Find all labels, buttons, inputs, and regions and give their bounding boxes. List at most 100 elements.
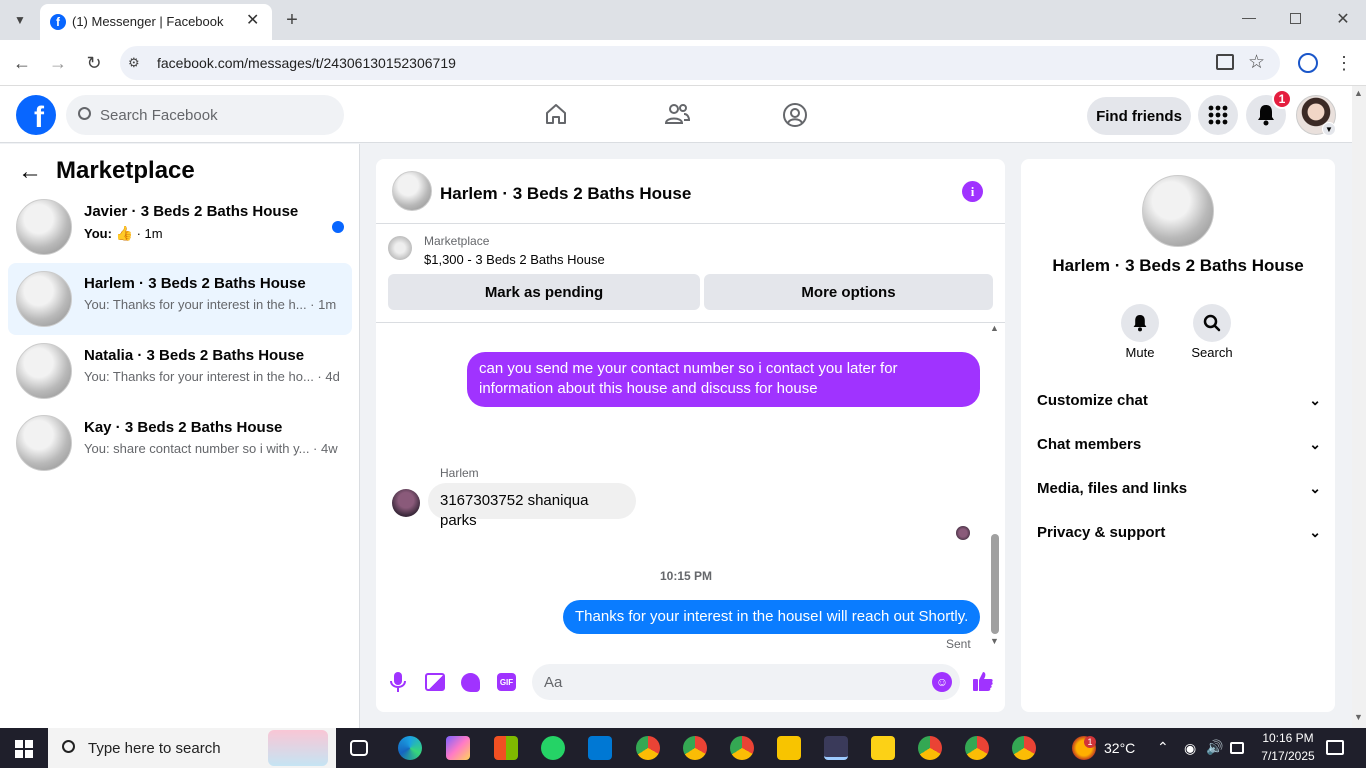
new-tab-button[interactable]: + [280,8,304,32]
customize-chat-row[interactable]: Customize chat ⌄ [1037,378,1321,422]
gif-icon[interactable]: GIF [497,673,516,691]
task-view-icon[interactable] [350,740,368,756]
message-bubble-outgoing[interactable]: Thanks for your interest in the houseI w… [563,600,980,634]
privacy-support-row[interactable]: Privacy & support ⌄ [1037,510,1321,554]
mark-as-pending-label: Mark as pending [484,283,604,301]
listing-thumbnail[interactable] [388,236,412,260]
facebook-logo-icon[interactable]: f [16,95,56,135]
copilot-icon[interactable] [446,736,470,760]
more-options-button[interactable]: More options [704,274,993,310]
chat-title[interactable]: Harlem · 3 Beds 2 Baths House [440,184,691,204]
chat-info-avatar[interactable] [1142,175,1214,247]
find-friends-button[interactable]: Find friends [1087,97,1191,135]
scroll-up-arrow[interactable]: ▲ [990,323,999,333]
tab-close-icon[interactable]: ✕ [246,10,259,30]
file-explorer-icon[interactable] [777,736,801,760]
conversation-title: Natalia · 3 Beds 2 Baths House [84,347,305,364]
tray-chevron-icon[interactable]: ⌃ [1157,739,1169,756]
browser-menu-icon[interactable]: ⋮ [1334,52,1354,74]
notification-badge: 1 [1272,89,1292,109]
like-button-icon[interactable] [972,670,994,692]
browser-tab[interactable]: f (1) Messenger | Facebook ✕ [40,4,272,40]
mark-as-pending-button[interactable]: Mark as pending [388,274,700,310]
chrome-profile-icon[interactable] [636,736,660,760]
minimize-button[interactable] [1242,18,1256,19]
outlook-icon[interactable] [588,736,612,760]
page-scrollbar[interactable] [1352,86,1366,728]
read-receipt-avatar [956,526,970,540]
reload-button[interactable]: ↻ [82,52,106,74]
mute-label: Mute [1125,345,1155,360]
section-label: Privacy & support [1037,523,1166,541]
mute-button[interactable] [1121,304,1159,342]
whatsapp-icon[interactable] [541,736,565,760]
chrome-profile-icon[interactable] [1012,736,1036,760]
active-app-icon[interactable] [824,736,848,760]
conversation-item-selected[interactable]: Harlem · 3 Beds 2 Baths House You: Thank… [8,263,352,335]
site-info-icon[interactable]: ⚙ [128,55,144,71]
sticky-notes-icon[interactable] [871,736,895,760]
chrome-profile-icon[interactable] [918,736,942,760]
profile-icon[interactable] [1298,53,1318,73]
photo-icon[interactable] [425,673,445,691]
friends-nav-icon[interactable] [664,102,691,126]
back-button[interactable]: ← [10,52,34,74]
listing-title[interactable]: $1,300 - 3 Beds 2 Baths House [424,252,605,267]
url-text[interactable]: facebook.com/messages/t/2430613015230671… [157,55,456,71]
page-scroll-down-arrow[interactable]: ▼ [1354,712,1363,722]
close-window-button[interactable]: ✕ [1332,8,1354,30]
info-icon[interactable]: i [962,181,983,202]
conversation-item[interactable]: Kay · 3 Beds 2 Baths House You: share co… [8,407,352,479]
taskbar-search-box[interactable]: Type here to search [48,728,336,768]
groups-nav-icon[interactable] [782,102,808,128]
network-icon[interactable]: ◉ [1184,740,1196,757]
chevron-down-icon: ⌄ [1309,523,1321,540]
account-chevron-icon[interactable]: ▼ [1322,122,1336,136]
install-app-icon[interactable] [1216,54,1234,70]
battery-icon[interactable] [1230,742,1244,754]
more-options-label: More options [801,283,896,301]
scroll-down-arrow[interactable]: ▼ [990,636,999,646]
sender-name: Harlem [440,466,479,480]
message-bubble-incoming[interactable]: 3167303752 shaniqua parks [428,483,636,529]
message-bubble-outgoing[interactable]: can you send me your contact number so i… [467,352,980,407]
conversation-item[interactable]: Javier · 3 Beds 2 Baths House You: 👍 · 1… [8,191,352,263]
section-label: Customize chat [1037,391,1148,409]
tab-search-button[interactable]: ▼ [8,8,32,32]
facebook-search-input[interactable]: Search Facebook [66,95,344,135]
back-arrow-icon[interactable]: ← [18,158,42,186]
sender-avatar[interactable] [392,489,420,517]
forward-button[interactable]: → [46,52,70,74]
media-files-links-row[interactable]: Media, files and links ⌄ [1037,466,1321,510]
home-nav-icon[interactable] [544,102,568,126]
message-input[interactable]: Aa ☺ [532,664,960,700]
bookmark-star-icon[interactable]: ☆ [1248,51,1265,74]
chrome-profile-icon[interactable] [965,736,989,760]
bell-icon [1258,105,1274,126]
chat-header-avatar[interactable] [392,171,432,211]
edge-browser-icon[interactable] [398,736,422,760]
menu-grid-button[interactable] [1198,95,1238,135]
sticker-icon[interactable] [461,673,480,692]
weather-temp[interactable]: 32°C [1104,740,1135,756]
search-in-chat-button[interactable] [1193,304,1231,342]
volume-icon[interactable]: 🔊 [1206,739,1223,756]
omnibox[interactable]: ⚙ facebook.com/messages/t/24306130152306… [120,46,1280,80]
page-scroll-up-arrow[interactable]: ▲ [1354,88,1363,98]
scrollbar-thumb[interactable] [991,534,999,634]
chat-members-row[interactable]: Chat members ⌄ [1037,422,1321,466]
chrome-profile-icon[interactable] [730,736,754,760]
notification-center-icon[interactable] [1326,740,1344,755]
clock-time[interactable]: 10:16 PM [1257,731,1319,745]
clock-date[interactable]: 7/17/2025 [1257,749,1319,763]
gif-label: GIF [499,677,514,687]
conversation-title: Javier · 3 Beds 2 Baths House [84,203,299,220]
microsoft-store-icon[interactable] [494,736,518,760]
chrome-profile-icon[interactable] [683,736,707,760]
microphone-icon[interactable] [390,671,406,693]
windows-start-icon[interactable] [15,740,33,758]
message-text: can you send me your contact number so i… [479,360,898,397]
emoji-icon[interactable]: ☺ [932,672,952,692]
conversation-item[interactable]: Natalia · 3 Beds 2 Baths House You: Than… [8,335,352,407]
restore-button[interactable] [1290,13,1301,24]
